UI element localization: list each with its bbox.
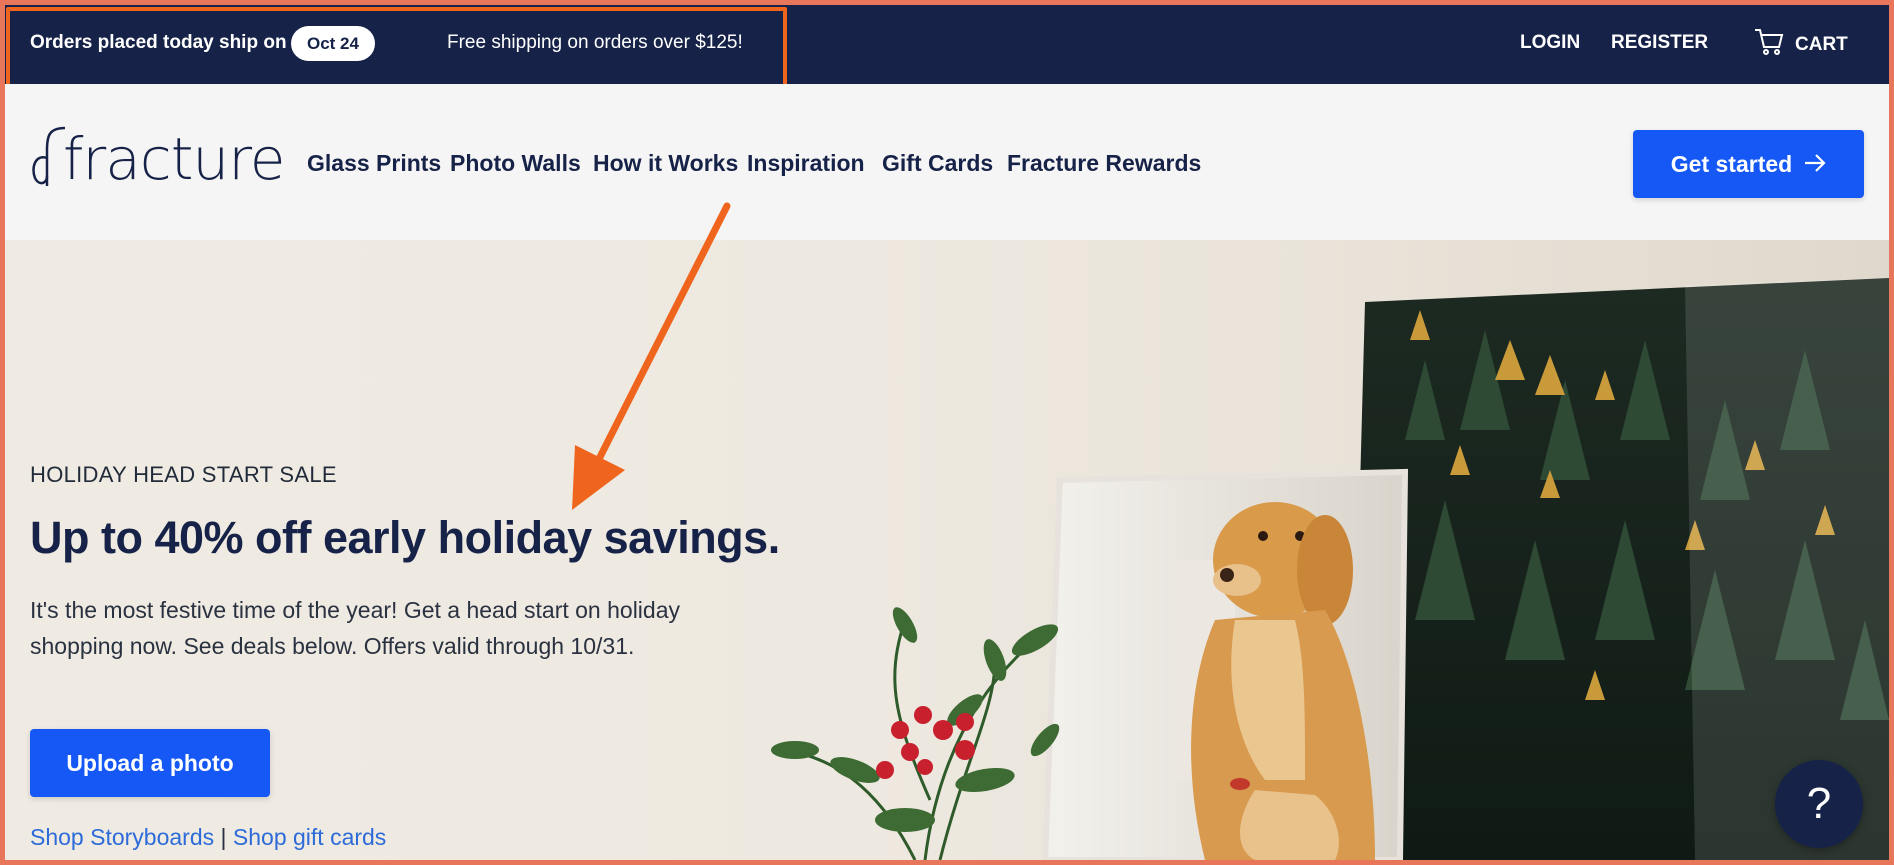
- help-button[interactable]: ?: [1775, 760, 1863, 848]
- hero-description: It's the most festive time of the year! …: [30, 597, 680, 659]
- fracture-logo[interactable]: fracture: [29, 125, 285, 193]
- logo-mark-icon: [32, 126, 66, 186]
- register-link[interactable]: REGISTER: [1611, 32, 1708, 54]
- nav-item-photo-walls[interactable]: Photo Walls: [450, 150, 581, 177]
- logo-wordmark: fracture: [63, 125, 285, 193]
- link-separator: |: [220, 824, 227, 850]
- get-started-label: Get started: [1670, 150, 1793, 177]
- nav-item-gift-cards[interactable]: Gift Cards: [882, 150, 993, 177]
- shop-gift-cards-link[interactable]: Shop gift cards: [233, 824, 386, 850]
- arrow-right-icon: [1804, 151, 1826, 178]
- help-icon: ?: [1806, 779, 1832, 828]
- page: Orders placed today ship on Oct 24 Free …: [5, 5, 1889, 860]
- nav-item-inspiration[interactable]: Inspiration: [747, 150, 865, 177]
- login-link[interactable]: LOGIN: [1520, 32, 1580, 54]
- cart-link[interactable]: CART: [1753, 27, 1848, 63]
- hero-headline: Up to 40% off early holiday savings.: [30, 512, 780, 563]
- main-nav: fracture Glass Prints Photo Walls How it…: [5, 84, 1889, 240]
- hero-section: HOLIDAY HEAD START SALE Up to 40% off ea…: [5, 240, 1889, 860]
- get-started-button[interactable]: Get started: [1633, 130, 1864, 198]
- shop-storyboards-link[interactable]: Shop Storyboards: [30, 824, 214, 850]
- cart-icon: [1753, 27, 1785, 63]
- cart-label: CART: [1795, 34, 1848, 55]
- nav-item-how-it-works[interactable]: How it Works: [593, 150, 738, 177]
- upload-photo-button[interactable]: Upload a photo: [30, 729, 270, 797]
- nav-item-fracture-rewards[interactable]: Fracture Rewards: [1007, 150, 1201, 177]
- nav-item-glass-prints[interactable]: Glass Prints: [307, 150, 441, 177]
- sale-eyebrow: HOLIDAY HEAD START SALE: [30, 462, 337, 487]
- hero-links: Shop Storyboards | Shop gift cards: [30, 824, 386, 851]
